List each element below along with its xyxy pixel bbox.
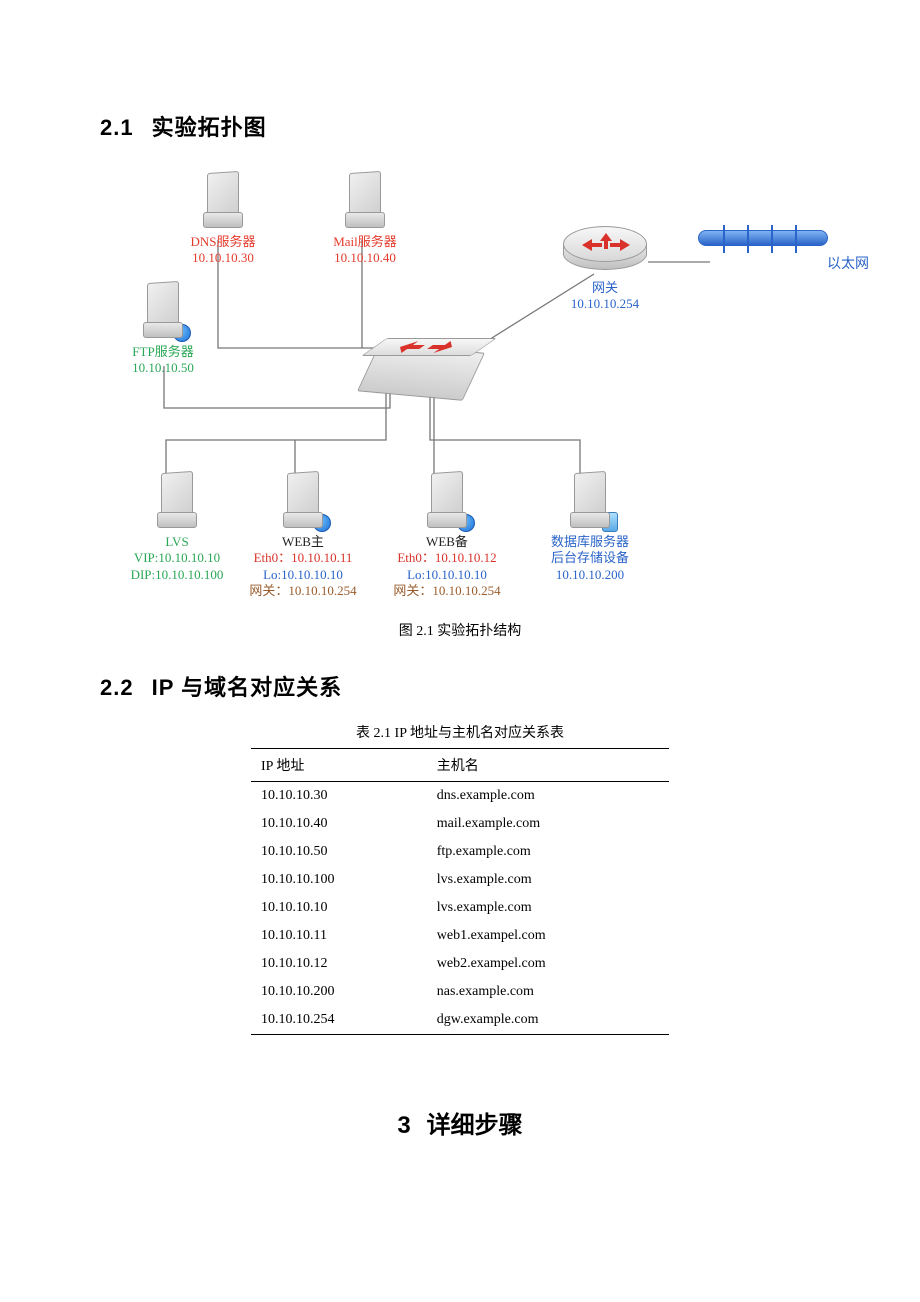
- lvs-vip: VIP:10.10.10.10: [112, 550, 242, 566]
- web1-lo: Lo:10.10.10.10: [228, 567, 378, 583]
- server-icon: [341, 172, 389, 232]
- ethernet-label: 以太网: [818, 256, 878, 274]
- table-row: 10.10.10.11web1.exampel.com: [251, 922, 669, 950]
- host-cell: mail.example.com: [427, 810, 669, 838]
- web2-eth0: Eth0：10.10.10.12: [372, 550, 522, 566]
- server-icon: [423, 472, 471, 532]
- table-header-ip: IP 地址: [251, 749, 427, 782]
- host-cell: web2.exampel.com: [427, 950, 669, 978]
- table-row: 10.10.10.100lvs.example.com: [251, 866, 669, 894]
- host-cell: ftp.example.com: [427, 838, 669, 866]
- ip-cell: 10.10.10.40: [251, 810, 427, 838]
- server-icon: [139, 282, 187, 342]
- server-icon: [199, 172, 247, 232]
- section-2-2-heading: 2.2 IP 与域名对应关系: [100, 670, 820, 702]
- server-icon: [153, 472, 201, 532]
- web2-name: WEB备: [372, 534, 522, 550]
- gateway-label: 网关: [550, 280, 660, 296]
- table-row: 10.10.10.254dgw.example.com: [251, 1006, 669, 1035]
- ftp-label: FTP服务器: [118, 344, 208, 360]
- db-name2: 后台存储设备: [530, 550, 650, 566]
- lvs-dip: DIP:10.10.10.100: [112, 567, 242, 583]
- node-dns-server: DNS服务器 10.10.10.30: [178, 172, 268, 267]
- dns-label: DNS服务器: [178, 234, 268, 250]
- ip-cell: 10.10.10.50: [251, 838, 427, 866]
- ip-cell: 10.10.10.254: [251, 1006, 427, 1035]
- table-row: 10.10.10.12web2.exampel.com: [251, 950, 669, 978]
- ip-cell: 10.10.10.200: [251, 978, 427, 1006]
- section-2-2-title: IP 与域名对应关系: [152, 675, 343, 700]
- web1-eth0: Eth0：10.10.10.11: [228, 550, 378, 566]
- node-switch: [356, 338, 486, 386]
- dns-ip: 10.10.10.30: [178, 250, 268, 266]
- section-2-1-heading: 2.1 实验拓扑图: [100, 110, 820, 142]
- table-row: 10.10.10.30dns.example.com: [251, 782, 669, 811]
- node-router: 网关 10.10.10.254: [550, 226, 660, 313]
- mail-label: Mail服务器: [320, 234, 410, 250]
- host-cell: lvs.example.com: [427, 866, 669, 894]
- host-cell: web1.exampel.com: [427, 922, 669, 950]
- ethernet-bus-icon: [698, 230, 828, 246]
- table-row: 10.10.10.200nas.example.com: [251, 978, 669, 1006]
- table-header-host: 主机名: [427, 749, 669, 782]
- host-cell: dgw.example.com: [427, 1006, 669, 1035]
- section-2-2-number: 2.2: [100, 675, 134, 700]
- lvs-name: LVS: [112, 534, 242, 550]
- gateway-ip: 10.10.10.254: [550, 296, 660, 312]
- host-cell: dns.example.com: [427, 782, 669, 811]
- router-icon: [563, 226, 647, 276]
- server-icon: [279, 472, 327, 532]
- web1-name: WEB主: [228, 534, 378, 550]
- ftp-ip: 10.10.10.50: [118, 360, 208, 376]
- server-icon: [566, 472, 614, 532]
- chapter-3-heading: 3 详细步骤: [100, 1105, 820, 1140]
- node-lvs: LVS VIP:10.10.10.10 DIP:10.10.10.100: [112, 472, 242, 583]
- ip-cell: 10.10.10.11: [251, 922, 427, 950]
- mail-ip: 10.10.10.40: [320, 250, 410, 266]
- ip-cell: 10.10.10.12: [251, 950, 427, 978]
- ip-cell: 10.10.10.100: [251, 866, 427, 894]
- node-ftp-server: FTP服务器 10.10.10.50: [118, 282, 208, 377]
- node-web1: WEB主 Eth0：10.10.10.11 Lo:10.10.10.10 网关：…: [228, 472, 378, 599]
- host-cell: nas.example.com: [427, 978, 669, 1006]
- web2-lo: Lo:10.10.10.10: [372, 567, 522, 583]
- topology-diagram: DNS服务器 10.10.10.30 Mail服务器 10.10.10.40 F…: [100, 162, 840, 612]
- node-web2: WEB备 Eth0：10.10.10.12 Lo:10.10.10.10 网关：…: [372, 472, 522, 599]
- table-row: 10.10.10.40mail.example.com: [251, 810, 669, 838]
- section-2-1-number: 2.1: [100, 115, 134, 140]
- chapter-3-number: 3: [397, 1112, 410, 1139]
- node-db: 数据库服务器 后台存储设备 10.10.10.200: [530, 472, 650, 583]
- table-row: 10.10.10.10lvs.example.com: [251, 894, 669, 922]
- node-mail-server: Mail服务器 10.10.10.40: [320, 172, 410, 267]
- host-cell: lvs.example.com: [427, 894, 669, 922]
- chapter-3-title: 详细步骤: [427, 1112, 523, 1139]
- switch-icon: [366, 338, 476, 386]
- ip-cell: 10.10.10.10: [251, 894, 427, 922]
- table-title: 表 2.1 IP 地址与主机名对应关系表: [100, 722, 820, 742]
- web2-gw: 网关：10.10.10.254: [372, 583, 522, 599]
- web1-gw: 网关：10.10.10.254: [228, 583, 378, 599]
- db-ip: 10.10.10.200: [530, 567, 650, 583]
- section-2-1-title: 实验拓扑图: [152, 115, 267, 140]
- ip-hostname-table: IP 地址 主机名 10.10.10.30dns.example.com10.1…: [251, 748, 669, 1035]
- figure-caption: 图 2.1 实验拓扑结构: [100, 620, 820, 640]
- table-row: 10.10.10.50ftp.example.com: [251, 838, 669, 866]
- ip-cell: 10.10.10.30: [251, 782, 427, 811]
- db-name1: 数据库服务器: [530, 534, 650, 550]
